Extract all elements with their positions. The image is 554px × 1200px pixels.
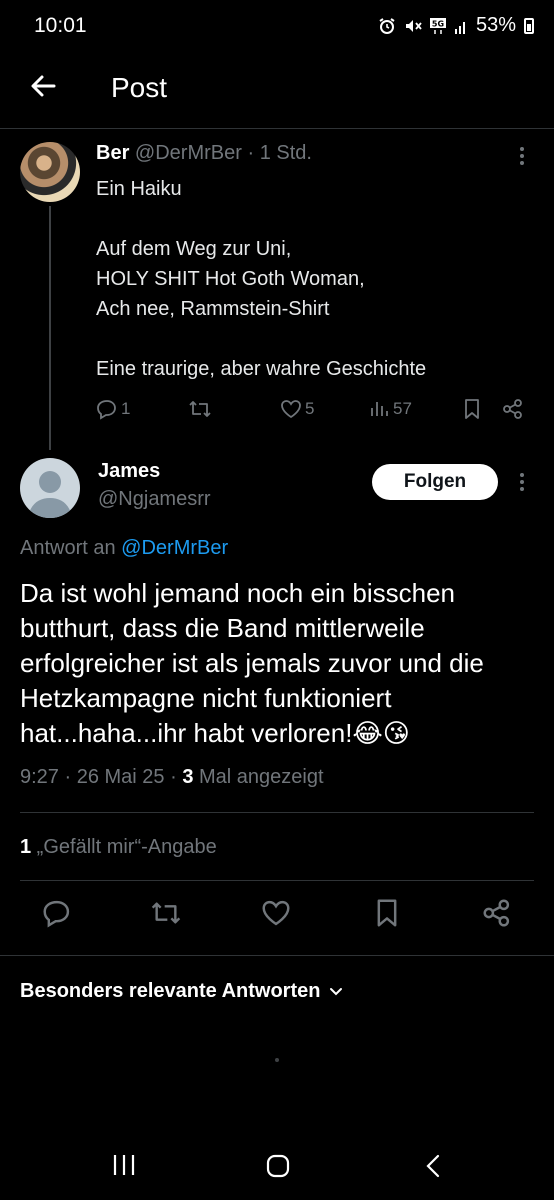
reply-to-mention[interactable]: @DerMrBer (121, 537, 228, 559)
divider (20, 880, 534, 881)
replies-sort-label: Besonders relevante Antworten (20, 980, 321, 1002)
battery-percent: 53% (475, 14, 516, 36)
top-app-bar: Post (0, 56, 554, 129)
thread-line (49, 206, 51, 450)
divider (20, 812, 534, 813)
retweet-icon[interactable] (150, 898, 182, 928)
svg-text:5G: 5G (432, 19, 444, 28)
system-nav-bar (0, 1128, 554, 1200)
parent-post-text: Ein Haiku Auf dem Weg zur Uni, HOLY SHIT… (96, 178, 427, 380)
bookmark-icon[interactable] (462, 398, 482, 420)
share-icon[interactable] (502, 398, 524, 420)
views-count: 57 (393, 399, 412, 418)
retweet-icon (188, 398, 212, 420)
follow-button[interactable]: Folgen (372, 464, 498, 500)
more-icon[interactable] (512, 144, 532, 168)
recent-apps-icon[interactable] (112, 1154, 136, 1176)
home-icon[interactable] (266, 1154, 290, 1178)
signal-icon (454, 17, 468, 35)
status-icons: 5G 53% (378, 14, 534, 37)
parent-post-actions: 1 5 57 (96, 398, 536, 426)
nav-back-icon[interactable] (424, 1154, 442, 1178)
reply-to-prefix: Antwort an (20, 537, 122, 559)
status-time: 10:01 (34, 14, 87, 37)
reply-to-line: Antwort an @DerMrBer (20, 537, 228, 560)
reply-icon[interactable] (42, 898, 72, 928)
status-bar: 10:01 5G 53% (0, 0, 554, 56)
retweet-action[interactable] (188, 398, 212, 420)
battery-icon (524, 17, 534, 34)
likes-summary[interactable]: 1 „Gefällt mir“-Angabe (20, 836, 217, 859)
parent-author-name[interactable]: Ber (96, 142, 129, 164)
header-separator: · (241, 142, 260, 164)
back-arrow-icon[interactable] (26, 68, 62, 104)
mute-icon (404, 17, 422, 35)
loading-indicator (275, 1058, 279, 1062)
divider (0, 955, 554, 956)
avatar-james[interactable] (20, 458, 80, 518)
post-meta: 9:27 · 26 Mai 25 · 3 Mal angezeigt (20, 766, 324, 789)
avatar-ber[interactable] (20, 142, 80, 202)
parent-post-header: Ber @DerMrBer · 1 Std. (96, 142, 312, 165)
author-name[interactable]: James (98, 460, 160, 483)
like-action[interactable]: 5 (280, 398, 314, 420)
views-number[interactable]: 3 (182, 766, 193, 788)
like-count: 5 (305, 399, 315, 418)
parent-post-time: 1 Std. (259, 142, 312, 164)
more-icon[interactable] (512, 470, 532, 494)
heart-icon (280, 398, 302, 420)
post-timestamp: 9:27 · 26 Mai 25 · (20, 766, 183, 788)
network-5g-icon: 5G (429, 17, 446, 35)
reply-action[interactable]: 1 (96, 398, 130, 420)
alarm-icon (378, 17, 396, 35)
parent-author-handle[interactable]: @DerMrBer (135, 142, 242, 164)
bookmark-icon[interactable] (373, 898, 401, 928)
post-text: Da ist wohl jemand noch ein bisschen but… (20, 578, 484, 748)
heart-icon[interactable] (261, 898, 291, 928)
author-handle[interactable]: @Ngjamesrr (98, 488, 211, 511)
likes-label: „Gefällt mir“-Angabe (31, 836, 217, 858)
views-icon (370, 398, 390, 420)
reply-count: 1 (121, 399, 131, 418)
views-label: Mal angezeigt (193, 766, 324, 788)
reply-icon (96, 398, 118, 420)
chevron-down-icon (328, 984, 344, 1000)
share-icon[interactable] (482, 898, 512, 928)
page-title: Post (111, 72, 168, 103)
views-action[interactable]: 57 (370, 398, 412, 420)
likes-number: 1 (20, 836, 32, 858)
replies-sort-dropdown[interactable]: Besonders relevante Antworten (20, 980, 344, 1003)
post-actions (20, 898, 534, 938)
